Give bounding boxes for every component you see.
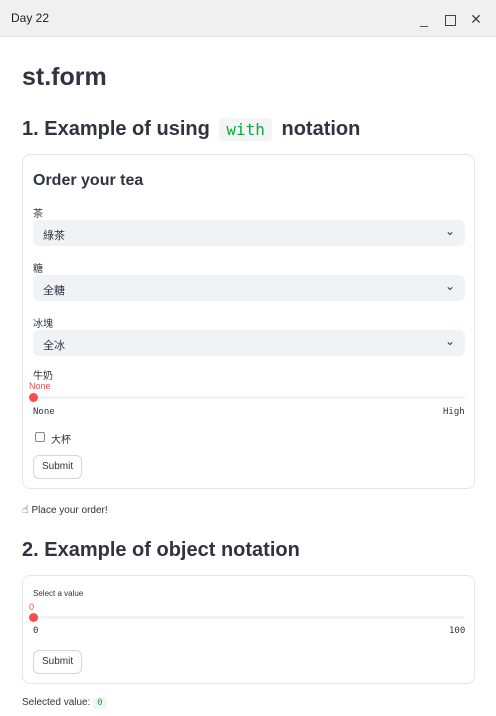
- order-note: ☝ Place your order!: [22, 503, 108, 516]
- sugar-select-value: 全糖: [43, 285, 65, 297]
- value-slider-thumb[interactable]: [29, 613, 38, 622]
- order-note-text: Place your order!: [31, 505, 108, 516]
- selected-value: 0: [93, 697, 107, 709]
- section2-heading: 2. Example of object notation: [22, 539, 300, 561]
- window-titlebar: Day 22 _ ✕: [0, 0, 496, 37]
- maximize-icon[interactable]: [439, 8, 461, 30]
- ice-label: 冰塊: [33, 319, 53, 330]
- milk-slider-max: High: [443, 407, 465, 417]
- tea-select[interactable]: 綠茶 ⌄: [33, 220, 465, 246]
- chevron-down-icon: ⌄: [444, 279, 455, 293]
- section1-heading: 1. Example of using with notation: [22, 118, 360, 141]
- value-slider-min: 0: [33, 626, 39, 636]
- milk-label: 牛奶: [33, 371, 53, 382]
- page-title: st.form: [22, 63, 107, 91]
- value-slider-max: 100: [449, 626, 466, 636]
- milk-slider-min: None: [33, 407, 55, 417]
- pointing-hand-icon: ☝: [22, 504, 29, 516]
- section1-heading-pre: 1. Example of using: [22, 118, 210, 140]
- selected-value-label: Selected value:: [22, 697, 91, 708]
- chevron-down-icon: ⌄: [444, 224, 455, 238]
- milk-slider-track[interactable]: [33, 396, 465, 399]
- minimize-icon[interactable]: _: [413, 8, 435, 30]
- selected-value-output: Selected value: 0: [22, 697, 107, 709]
- sugar-select[interactable]: 全糖 ⌄: [33, 275, 465, 301]
- object-notation-form: Select a value 0 0 100 Submit: [22, 575, 475, 684]
- value-slider-track[interactable]: [33, 616, 465, 619]
- value-slider-current: 0: [29, 602, 35, 612]
- submit-button[interactable]: Submit: [33, 455, 83, 479]
- section1-heading-code: with: [219, 118, 272, 141]
- large-cup-checkbox[interactable]: [35, 432, 45, 442]
- section1-heading-post: notation: [281, 118, 361, 140]
- ice-select[interactable]: 全冰 ⌄: [33, 330, 465, 356]
- tea-label: 茶: [33, 209, 43, 220]
- sugar-label: 糖: [33, 264, 43, 275]
- close-icon[interactable]: ✕: [465, 8, 487, 30]
- submit-button[interactable]: Submit: [33, 650, 83, 674]
- chevron-down-icon: ⌄: [444, 334, 455, 348]
- tea-order-form: Order your tea 茶 綠茶 ⌄ 糖 全糖 ⌄ 冰塊 全冰 ⌄ 牛奶 …: [22, 154, 475, 489]
- window-title: Day 22: [11, 11, 50, 25]
- large-cup-label: 大杯: [51, 435, 71, 446]
- ice-select-value: 全冰: [43, 340, 65, 352]
- milk-slider-value: None: [29, 381, 51, 391]
- select-value-label: Select a value: [33, 589, 84, 598]
- form-heading: Order your tea: [33, 172, 144, 189]
- milk-slider-thumb[interactable]: [29, 393, 38, 402]
- tea-select-value: 綠茶: [43, 230, 65, 242]
